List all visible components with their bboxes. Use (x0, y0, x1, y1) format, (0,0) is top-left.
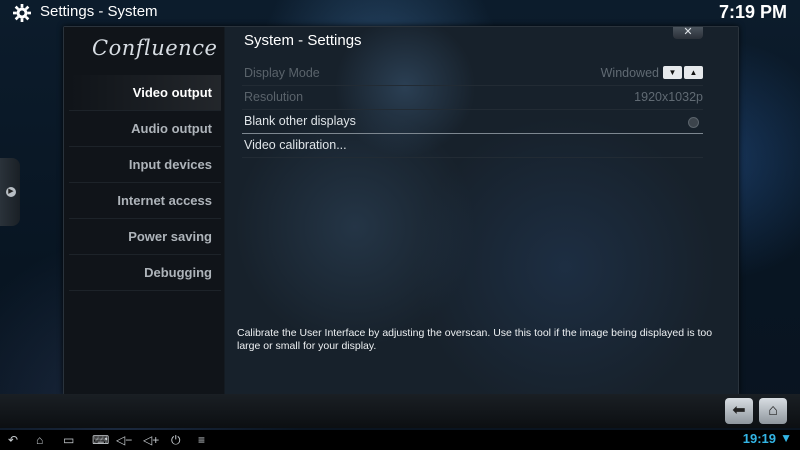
window-title: Settings - System (40, 3, 158, 20)
spinner-up-button[interactable]: ▲ (684, 66, 703, 79)
category-internet-access[interactable]: Internet access (69, 183, 221, 219)
close-button[interactable]: ✕ (673, 27, 703, 39)
home-icon: ⌂ (768, 402, 778, 419)
category-debugging[interactable]: Debugging (69, 255, 221, 291)
menu-icon[interactable]: ≡ (198, 432, 205, 448)
setting-video-calibration[interactable]: Video calibration... (242, 134, 703, 158)
android-nav-bar: ↶ ⌂ ▭ ⌨ ◁− ◁+ ⏻ ≡ 19:19 ▼ (0, 430, 800, 450)
category-sidebar: Confluence Video output Audio output Inp… (64, 27, 224, 394)
setting-label: Video calibration... (244, 138, 347, 152)
volume-down-icon[interactable]: ◁− (116, 432, 132, 448)
confluence-logo: Confluence (92, 36, 218, 60)
setting-resolution[interactable]: Resolution 1920x1032p (242, 86, 703, 110)
clock: 7:19 PM (718, 2, 787, 22)
setting-value: Windowed (600, 66, 659, 80)
title-bar: Settings - System 7:19 PM (0, 0, 800, 26)
setting-blank-other-displays[interactable]: Blank other displays (242, 110, 703, 134)
home-icon[interactable]: ⌂ (36, 432, 43, 448)
volume-up-icon[interactable]: ◁+ (143, 432, 159, 448)
back-arrow-icon: ⬅ (732, 402, 746, 419)
keyboard-icon[interactable]: ⌨ (92, 432, 109, 448)
settings-dialog: Confluence Video output Audio output Inp… (63, 26, 739, 395)
category-audio-output[interactable]: Audio output (69, 111, 221, 147)
display-mode-spinner: ▼ ▲ (663, 66, 703, 79)
gear-icon (13, 4, 31, 22)
category-input-devices[interactable]: Input devices (69, 147, 221, 183)
wifi-icon: ▼ (780, 431, 792, 445)
power-icon[interactable]: ⏻ (171, 432, 181, 448)
side-menu-tab[interactable]: ▶ (0, 158, 20, 226)
status-clock: 19:19 (742, 431, 776, 446)
arrow-right-icon: ▶ (6, 187, 16, 197)
setting-value: 1920x1032p (634, 90, 703, 104)
recent-apps-icon[interactable]: ▭ (63, 432, 74, 448)
spinner-down-button[interactable]: ▼ (663, 66, 682, 79)
setting-display-mode[interactable]: Display Mode Windowed ▼ ▲ (242, 62, 703, 86)
setting-label: Display Mode (244, 66, 320, 80)
section-title: System - Settings (244, 32, 362, 49)
home-button[interactable]: ⌂ (759, 398, 787, 424)
setting-label: Resolution (244, 90, 304, 104)
category-video-output[interactable]: Video output (69, 75, 221, 111)
settings-content: System - Settings ✕ Display Mode Windowe… (225, 27, 738, 394)
category-power-saving[interactable]: Power saving (69, 219, 221, 255)
bottom-strip (0, 394, 800, 428)
back-icon[interactable]: ↶ (8, 432, 18, 448)
settings-list: Display Mode Windowed ▼ ▲ Resolution 192… (242, 62, 703, 158)
setting-label: Blank other displays (244, 114, 356, 128)
radio-toggle-icon[interactable] (688, 117, 699, 128)
back-button[interactable]: ⬅ (725, 398, 753, 424)
category-menu: Video output Audio output Input devices … (69, 75, 221, 291)
setting-description: Calibrate the User Interface by adjustin… (237, 327, 713, 352)
